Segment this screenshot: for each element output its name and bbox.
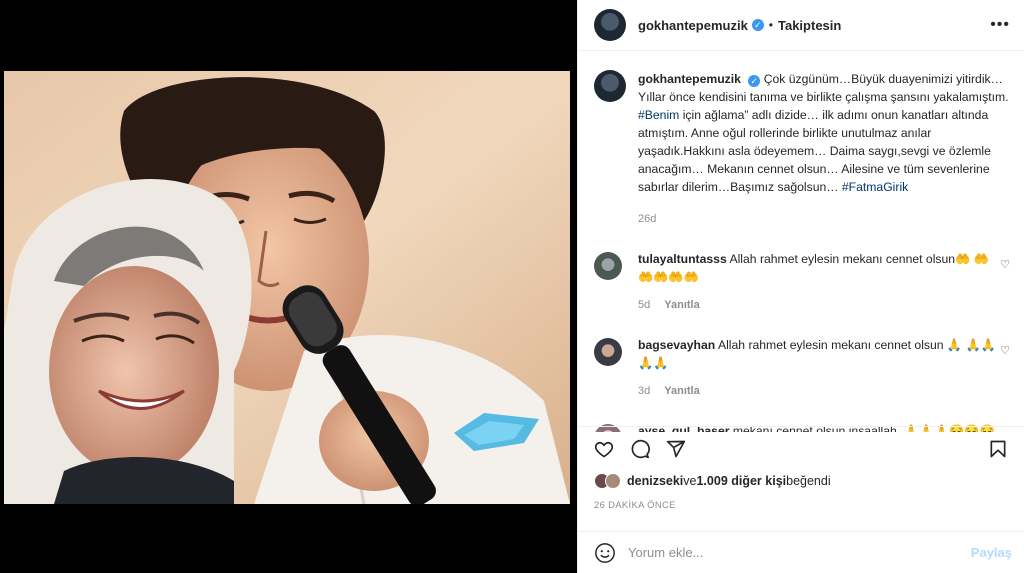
add-comment-bar: Yorum ekle... Paylaş — [578, 531, 1024, 573]
verified-badge-icon: ✓ — [748, 75, 761, 87]
post-photo[interactable] — [4, 71, 570, 504]
author-avatar[interactable] — [594, 9, 626, 41]
comment-input[interactable]: Yorum ekle... — [628, 545, 703, 560]
verified-badge-icon: ✓ — [751, 19, 764, 31]
share-send-icon[interactable] — [666, 439, 686, 459]
comments-section[interactable]: gokhantepemuzik ✓ Çok üzgünüm…Büyük duay… — [578, 52, 1024, 432]
post-actions: denizseki ve 1.009 diğer kişi beğendi 26… — [578, 426, 1024, 511]
comment-bubble-icon[interactable] — [630, 439, 650, 459]
caption-age: 26d — [638, 213, 657, 225]
author-username[interactable]: gokhantepemuzik — [638, 18, 748, 33]
comment-meta: 3d Yanıtla — [638, 382, 998, 400]
liker-username[interactable]: denizseki — [627, 474, 683, 488]
caption-hashtag-benim[interactable]: #Benim — [638, 108, 679, 122]
post-sidebar: gokhantepemuzik ✓ • Takiptesin ••• gokha… — [577, 0, 1024, 573]
likes-count-link[interactable]: 1.009 diğer kişi — [696, 474, 786, 488]
comment-username[interactable]: tulayaltuntasss — [638, 252, 727, 266]
comment-item: bagsevayhan Allah rahmet eylesin mekanı … — [594, 336, 1010, 400]
caption-avatar[interactable] — [594, 70, 626, 102]
reply-button[interactable]: Yanıtla — [664, 385, 699, 397]
comment-body: tulayaltuntasss Allah rahmet eylesin mek… — [638, 250, 998, 314]
emoji-smiley-icon[interactable] — [594, 542, 616, 564]
header-separator: • — [768, 18, 773, 32]
likes-summary: denizseki ve 1.009 diğer kişi beğendi — [594, 473, 1008, 489]
comment-age: 3d — [638, 385, 651, 397]
comment-username[interactable]: bagsevayhan — [638, 338, 715, 352]
reply-button[interactable]: Yanıtla — [664, 299, 699, 311]
commenter-avatar[interactable] — [594, 338, 622, 366]
likes-connector: ve — [683, 474, 697, 488]
caption-hashtag-fatmagirik[interactable]: #FatmaGirik — [842, 180, 908, 194]
commenter-avatar[interactable] — [594, 252, 622, 280]
comment-body: bagsevayhan Allah rahmet eylesin mekanı … — [638, 336, 998, 400]
follow-status-button[interactable]: Takiptesin — [778, 18, 841, 33]
like-comment-heart-icon[interactable]: ♡ — [998, 344, 1010, 400]
like-heart-icon[interactable] — [594, 439, 614, 459]
liker-avatar — [605, 473, 621, 489]
post-comment-button[interactable]: Paylaş — [971, 545, 1012, 560]
action-bar — [594, 439, 1008, 459]
caption-body: gokhantepemuzik ✓ Çok üzgünüm…Büyük duay… — [638, 70, 1010, 228]
post-media[interactable] — [0, 0, 577, 573]
instagram-post: gokhantepemuzik ✓ • Takiptesin ••• gokha… — [0, 0, 1024, 573]
caption: gokhantepemuzik ✓ Çok üzgünüm…Büyük duay… — [594, 70, 1010, 228]
likes-suffix: beğendi — [786, 474, 831, 488]
post-header: gokhantepemuzik ✓ • Takiptesin ••• — [578, 0, 1024, 51]
photo-illustration — [4, 71, 570, 504]
comment-item: tulayaltuntasss Allah rahmet eylesin mek… — [594, 250, 1010, 314]
more-options-icon[interactable]: ••• — [990, 16, 1010, 34]
post-timestamp[interactable]: 26 DAKİKA ÖNCE — [594, 500, 1008, 511]
save-bookmark-icon[interactable] — [988, 439, 1008, 459]
comment-meta: 5d Yanıtla — [638, 296, 998, 314]
like-comment-heart-icon[interactable]: ♡ — [998, 258, 1010, 314]
caption-text-b: için ağlama” adlı dizide… ilk adımı onun… — [638, 108, 991, 194]
comment-age: 5d — [638, 299, 651, 311]
caption-username[interactable]: gokhantepemuzik — [638, 72, 741, 86]
